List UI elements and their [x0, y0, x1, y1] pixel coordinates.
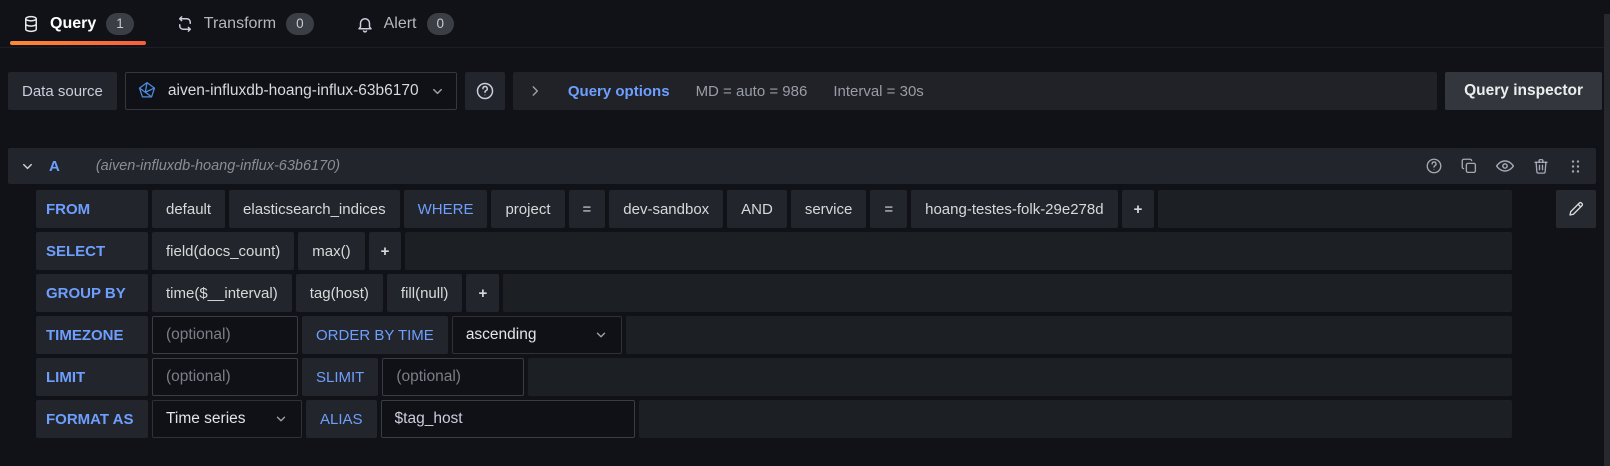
tab-alert-label: Alert: [384, 15, 417, 33]
pencil-icon: [1567, 200, 1585, 218]
query-inspector-button[interactable]: Query inspector: [1445, 72, 1602, 110]
query-ref-id: A: [49, 158, 60, 175]
limit-row-label: LIMIT: [36, 358, 148, 396]
row-filler: [503, 274, 1512, 312]
group-by-tag-segment[interactable]: tag(host): [296, 274, 383, 312]
editor-right-rail: [1512, 190, 1596, 228]
order-by-time-value: ascending: [466, 326, 537, 344]
datasource-picker[interactable]: aiven-influxdb-hoang-influx-63b6170: [125, 72, 457, 110]
group-by-row: GROUP BY time($__interval) tag(host) fil…: [36, 274, 1512, 312]
timezone-row-label: TIMEZONE: [36, 316, 148, 354]
where-value2-segment[interactable]: hoang-testes-folk-29e278d: [911, 190, 1117, 228]
tab-alert-count-badge: 0: [427, 13, 455, 35]
select-aggregation-segment[interactable]: max(): [298, 232, 364, 270]
row-filler: [405, 232, 1512, 270]
group-by-fill-segment[interactable]: fill(null): [387, 274, 463, 312]
chevron-down-icon: [430, 84, 445, 99]
where-value-segment[interactable]: dev-sandbox: [609, 190, 723, 228]
format-as-select[interactable]: Time series: [152, 400, 302, 438]
collapse-chevron-down-icon[interactable]: [20, 159, 35, 174]
chevron-down-icon: [274, 412, 288, 426]
tab-query-count-badge: 1: [106, 13, 134, 35]
limit-input[interactable]: [152, 358, 298, 396]
format-as-row-label: FORMAT AS: [36, 400, 148, 438]
query-editor-card: A (aiven-influxdb-hoang-influx-63b6170): [8, 148, 1596, 438]
datasource-name: aiven-influxdb-hoang-influx-63b6170: [168, 82, 419, 100]
alias-label: ALIAS: [306, 400, 377, 438]
timezone-row: TIMEZONE ORDER BY TIME ascending: [36, 316, 1512, 354]
timezone-input[interactable]: [152, 316, 298, 354]
tab-query[interactable]: Query 1: [8, 0, 148, 47]
datasource-label: Data source: [8, 72, 117, 110]
delete-query-trash-icon[interactable]: [1532, 157, 1550, 175]
tab-transform[interactable]: Transform 0: [162, 0, 328, 47]
alias-input[interactable]: [381, 400, 635, 438]
measurement-segment[interactable]: elasticsearch_indices: [229, 190, 400, 228]
where-condition-join-segment[interactable]: AND: [727, 190, 787, 228]
row-filler: [1158, 190, 1512, 228]
datasource-help-button[interactable]: [465, 72, 505, 110]
toggle-visibility-eye-icon[interactable]: [1495, 156, 1515, 176]
query-datasource-hint: (aiven-influxdb-hoang-influx-63b6170): [96, 158, 340, 174]
query-help-icon[interactable]: [1425, 157, 1443, 175]
chevron-down-icon: [594, 328, 608, 342]
panel-editor-tabbar: Query 1 Transform 0 Alert 0: [0, 0, 1610, 48]
where-operator-segment[interactable]: =: [569, 190, 606, 228]
influxdb-query-editor: FROM default elasticsearch_indices WHERE…: [8, 190, 1596, 438]
row-filler: [626, 316, 1512, 354]
where-key-segment[interactable]: project: [491, 190, 564, 228]
from-row: FROM default elasticsearch_indices WHERE…: [36, 190, 1512, 228]
influxdb-logo-icon: [137, 81, 157, 101]
order-by-time-label: ORDER BY TIME: [302, 316, 448, 354]
chevron-right-icon: [528, 84, 542, 98]
retention-policy-segment[interactable]: default: [152, 190, 225, 228]
group-by-time-segment[interactable]: time($__interval): [152, 274, 292, 312]
transform-icon: [176, 15, 194, 33]
slimit-label: SLIMIT: [302, 358, 378, 396]
query-row-actions: [1425, 156, 1584, 176]
database-icon: [22, 15, 40, 33]
where-keyword: WHERE: [404, 190, 488, 228]
toggle-text-edit-mode-button[interactable]: [1556, 190, 1596, 228]
order-by-time-select[interactable]: ascending: [452, 316, 622, 354]
limit-row: LIMIT SLIMIT: [36, 358, 1512, 396]
tab-alert[interactable]: Alert 0: [342, 0, 468, 47]
query-options-toggle[interactable]: Query options: [568, 83, 670, 100]
query-row-header[interactable]: A (aiven-influxdb-hoang-influx-63b6170): [8, 148, 1596, 184]
query-toolbar: Data source aiven-influxdb-hoang-influx-…: [8, 72, 1602, 110]
interval-info: Interval = 30s: [833, 83, 923, 100]
bell-icon: [356, 15, 374, 33]
max-data-points-info: MD = auto = 986: [696, 83, 808, 100]
select-row-label: SELECT: [36, 232, 148, 270]
question-circle-icon: [475, 81, 495, 101]
add-select-part-button[interactable]: +: [369, 232, 402, 270]
tab-query-label: Query: [50, 15, 96, 33]
from-row-label: FROM: [36, 190, 148, 228]
format-as-value: Time series: [166, 410, 246, 428]
row-filler: [528, 358, 1512, 396]
query-options-strip: Query options MD = auto = 986 Interval =…: [513, 72, 1437, 110]
tab-transform-label: Transform: [204, 15, 276, 33]
slimit-input[interactable]: [382, 358, 524, 396]
vertical-scrollbar[interactable]: [1604, 14, 1610, 466]
group-by-row-label: GROUP BY: [36, 274, 148, 312]
where-operator2-segment[interactable]: =: [870, 190, 907, 228]
select-field-segment[interactable]: field(docs_count): [152, 232, 294, 270]
add-condition-button[interactable]: +: [1122, 190, 1155, 228]
tab-transform-count-badge: 0: [286, 13, 314, 35]
select-row: SELECT field(docs_count) max() +: [36, 232, 1512, 270]
duplicate-query-icon[interactable]: [1460, 157, 1478, 175]
add-group-by-button[interactable]: +: [466, 274, 499, 312]
row-filler: [639, 400, 1512, 438]
where-key2-segment[interactable]: service: [791, 190, 867, 228]
format-as-row: FORMAT AS Time series ALIAS: [36, 400, 1512, 438]
drag-handle-icon[interactable]: [1567, 157, 1584, 176]
